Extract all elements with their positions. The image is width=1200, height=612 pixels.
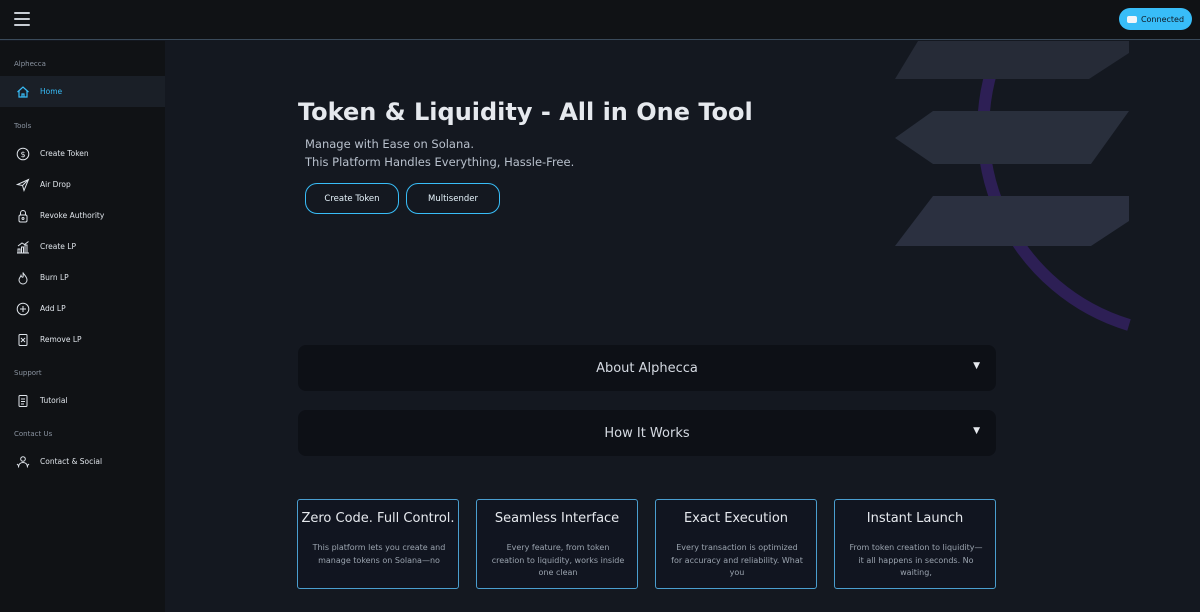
sidebar-item-label: Contact & Social bbox=[40, 457, 103, 466]
sidebar-item-label: Create LP bbox=[40, 242, 77, 251]
wallet-connect-label: Connected bbox=[1140, 14, 1185, 24]
feature-card-body: Every feature, from token creation to li… bbox=[491, 543, 625, 577]
feature-card-title: Seamless Interface bbox=[494, 511, 620, 526]
remove-file-icon bbox=[16, 333, 30, 347]
accordion-title: How It Works bbox=[604, 425, 690, 441]
feature-card: Zero Code. Full Control. This platform l… bbox=[297, 499, 459, 589]
feature-card-title: Zero Code. Full Control. bbox=[301, 511, 455, 526]
sidebar-item-label: Revoke Authority bbox=[40, 211, 105, 220]
chevron-down-icon: ▼ bbox=[973, 426, 980, 436]
feature-card-body: From token creation to liquidity—it all … bbox=[849, 543, 983, 577]
sidebar-item-burn-lp[interactable]: Burn LP bbox=[0, 262, 165, 293]
sidebar-section-contact: Contact Us bbox=[14, 430, 53, 438]
menu-icon[interactable] bbox=[14, 12, 30, 26]
feature-card-title: Instant Launch bbox=[866, 511, 964, 526]
sidebar-item-air-drop[interactable]: Air Drop bbox=[0, 169, 165, 200]
sidebar-item-contact-social[interactable]: Contact & Social bbox=[0, 446, 165, 477]
page-title: Token & Liquidity - All in One Tool bbox=[298, 98, 753, 126]
flame-icon bbox=[16, 271, 30, 285]
sidebar-item-add-lp[interactable]: Add LP bbox=[0, 293, 165, 324]
sidebar-item-revoke-authority[interactable]: Revoke Authority bbox=[0, 200, 165, 231]
sidebar-item-label: Create Token bbox=[40, 149, 89, 158]
chart-icon bbox=[16, 240, 30, 254]
sidebar-item-label: Air Drop bbox=[40, 180, 71, 189]
accordion-about[interactable]: About Alphecca ▼ bbox=[298, 345, 996, 391]
dollar-icon: $ bbox=[16, 147, 30, 161]
sidebar-section-support: Support bbox=[14, 369, 42, 377]
accordion-how-it-works[interactable]: How It Works ▼ bbox=[298, 410, 996, 456]
sidebar-item-home[interactable]: Home bbox=[0, 76, 165, 107]
create-token-button[interactable]: Create Token bbox=[305, 183, 399, 214]
sidebar: Alphecca Home Tools $ Create Token Air D… bbox=[0, 41, 165, 612]
wallet-connect-button[interactable]: Connected bbox=[1119, 8, 1192, 30]
sidebar-item-label: Remove LP bbox=[40, 335, 82, 344]
users-icon bbox=[16, 455, 30, 469]
feature-card: Instant Launch From token creation to li… bbox=[834, 499, 996, 589]
sidebar-item-tutorial[interactable]: Tutorial bbox=[0, 385, 165, 416]
sidebar-item-create-lp[interactable]: Create LP bbox=[0, 231, 165, 262]
sidebar-item-label: Tutorial bbox=[40, 396, 68, 405]
feature-card-body: This platform lets you create and manage… bbox=[312, 543, 446, 565]
sidebar-item-label: Home bbox=[40, 87, 63, 96]
sidebar-item-label: Add LP bbox=[40, 304, 66, 313]
top-bar: Connected bbox=[0, 0, 1200, 40]
sidebar-item-remove-lp[interactable]: Remove LP bbox=[0, 324, 165, 355]
lock-icon bbox=[16, 209, 30, 223]
plus-circle-icon bbox=[16, 302, 30, 316]
feature-card: Seamless Interface Every feature, from t… bbox=[476, 499, 638, 589]
wallet-icon bbox=[1126, 15, 1137, 23]
solana-logo-background bbox=[895, 41, 1131, 331]
feature-card-body: Every transaction is optimized for accur… bbox=[671, 543, 803, 577]
send-icon bbox=[16, 178, 30, 192]
multisender-button[interactable]: Multisender bbox=[406, 183, 500, 214]
hero-subtitle-line1: Manage with Ease on Solana. bbox=[305, 137, 474, 151]
feature-card: Exact Execution Every transaction is opt… bbox=[655, 499, 817, 589]
chevron-down-icon: ▼ bbox=[973, 361, 980, 371]
accordion-title: About Alphecca bbox=[596, 360, 698, 376]
sidebar-section-tools: Tools bbox=[14, 122, 32, 130]
sidebar-item-label: Burn LP bbox=[40, 273, 69, 282]
hero-subtitle-line2: This Platform Handles Everything, Hassle… bbox=[305, 155, 575, 169]
sidebar-item-create-token[interactable]: $ Create Token bbox=[0, 138, 165, 169]
sidebar-section-brand: Alphecca bbox=[14, 60, 46, 68]
home-icon bbox=[16, 85, 30, 99]
document-icon bbox=[16, 394, 30, 408]
feature-card-title: Exact Execution bbox=[683, 511, 789, 526]
svg-text:$: $ bbox=[20, 150, 25, 159]
